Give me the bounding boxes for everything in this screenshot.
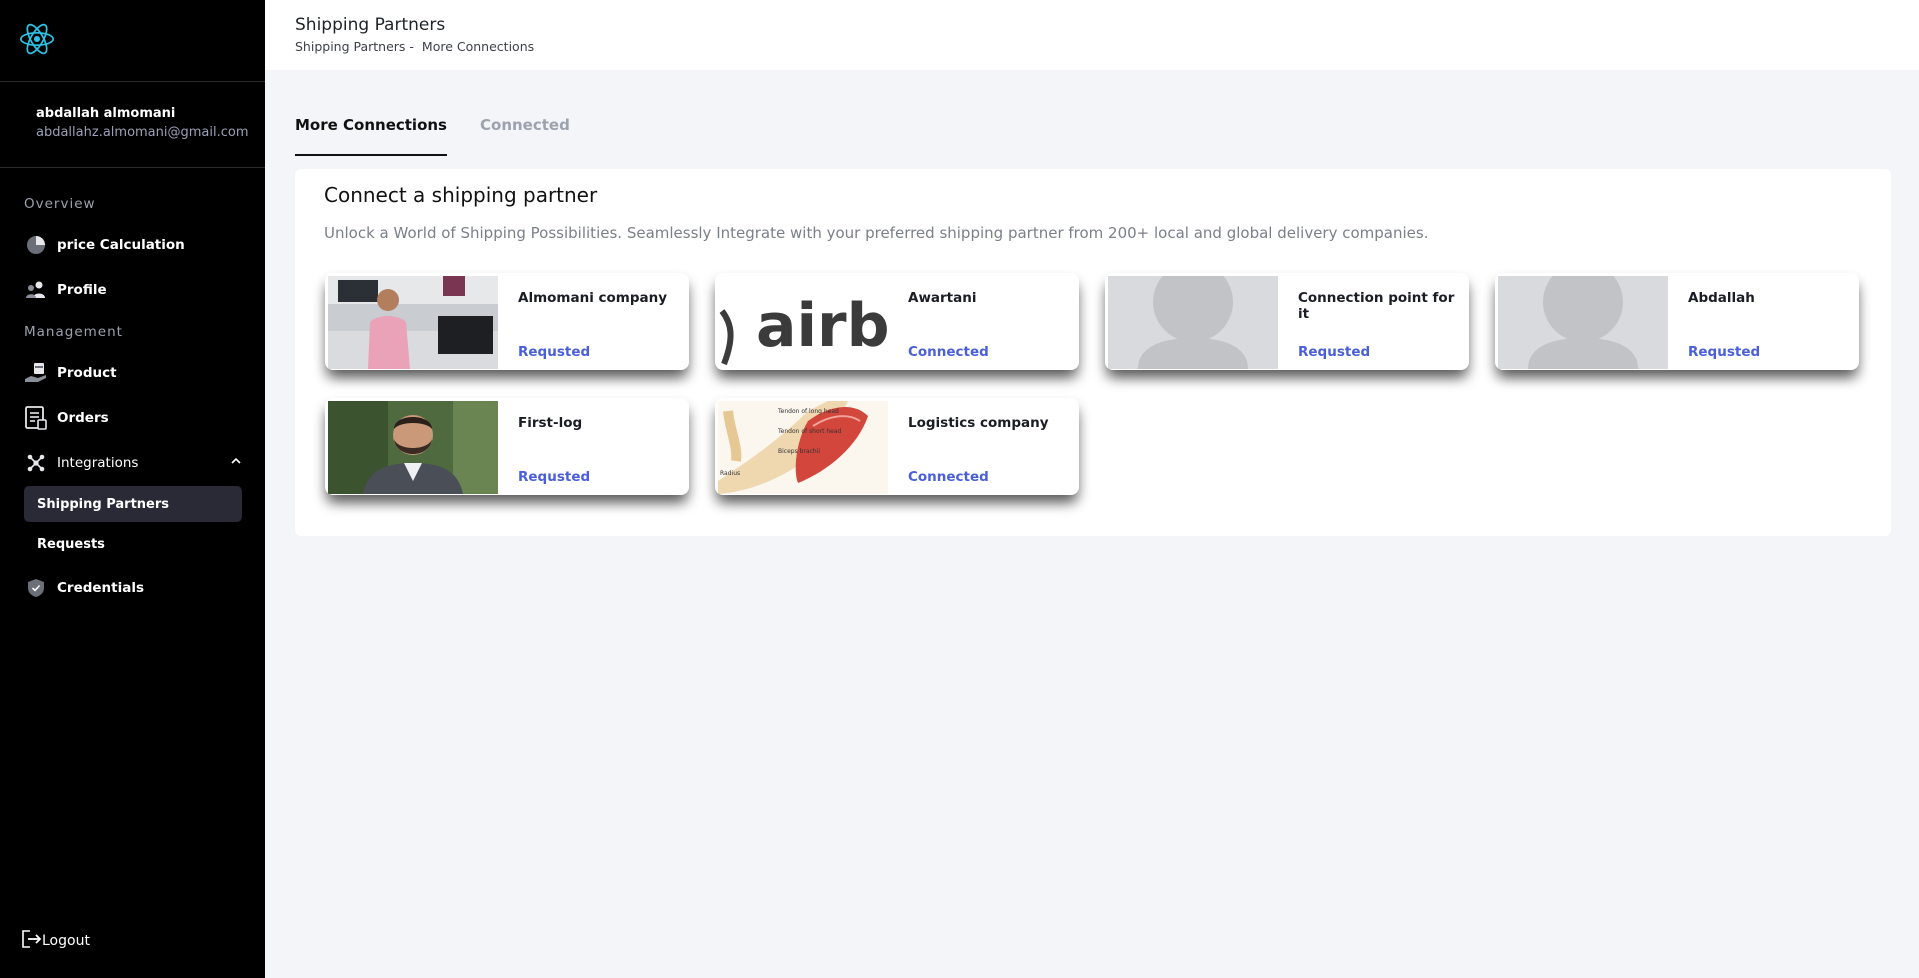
sidebar-item-label: Profile [57, 282, 107, 298]
avatar-placeholder [1108, 276, 1278, 369]
sidebar-item-label: Credentials [57, 580, 145, 596]
partner-name: First-log [518, 415, 583, 431]
page-title: Shipping Partners [295, 15, 446, 35]
partner-name: Awartani [908, 290, 977, 306]
sidebar-item-product[interactable]: Product [24, 355, 242, 391]
section-title-overview: Overview [24, 196, 96, 212]
anatomy-label: Radius [720, 470, 740, 477]
partner-card[interactable]: First-log Requsted [325, 398, 689, 495]
anatomy-label: Biceps brachii [778, 448, 820, 455]
partner-name: Logistics company [908, 415, 1049, 431]
partner-photo [328, 276, 498, 369]
partner-status-link[interactable]: Connected [908, 469, 989, 485]
sidebar-item-price-calculation[interactable]: price Calculation [24, 227, 242, 263]
airbnb-logo-image: airb [718, 276, 888, 369]
sidebar: abdallah almomani abdallahz.almomani@gma… [0, 0, 265, 978]
partner-status-link[interactable]: Requsted [1688, 344, 1760, 360]
partner-name: Connection point for it [1298, 290, 1455, 322]
logo-text: airb [756, 291, 888, 361]
anatomy-label: Tendon of long head [777, 408, 839, 415]
partner-name: Almomani company [518, 290, 668, 306]
anatomy-label: Tendon of short head [777, 428, 842, 435]
avatar-placeholder [1498, 276, 1668, 369]
logout-button[interactable]: Logout [22, 930, 90, 952]
product-box-icon [24, 361, 48, 385]
breadcrumb: Shipping Partners - More Connections [295, 39, 1919, 54]
user-info: abdallah almomani abdallahz.almomani@gma… [0, 82, 265, 168]
section-title-management: Management [24, 324, 123, 340]
partner-card[interactable]: Connection point for it Requsted [1105, 273, 1469, 370]
sidebar-item-shipping-partners[interactable]: Shipping Partners [24, 486, 242, 522]
shield-icon [24, 576, 48, 600]
partner-name: Abdallah [1688, 290, 1755, 306]
partner-status-link[interactable]: Requsted [518, 469, 590, 485]
react-logo-icon[interactable] [18, 20, 56, 62]
partner-status-link[interactable]: Requsted [518, 344, 590, 360]
partner-status-link[interactable]: Connected [908, 344, 989, 360]
shipping-partners-panel: Connect a shipping partner Unlock a Worl… [295, 169, 1891, 536]
page-header: Shipping Partners Shipping Partners - Mo… [265, 0, 1919, 70]
tab-bar: More Connections Connected [295, 110, 603, 156]
partner-status-link[interactable]: Requsted [1298, 344, 1370, 360]
orders-document-icon [24, 406, 48, 430]
sidebar-item-requests[interactable]: Requests [24, 526, 242, 562]
sidebar-item-label: Integrations [57, 455, 139, 471]
panel-description: Unlock a World of Shipping Possibilities… [324, 224, 1429, 242]
logout-label: Logout [42, 933, 90, 949]
sidebar-item-label: Orders [57, 410, 109, 426]
sidebar-item-orders[interactable]: Orders [24, 400, 242, 436]
sidebar-item-label: Shipping Partners [37, 496, 170, 512]
users-icon [24, 278, 48, 302]
panel-title: Connect a shipping partner [324, 183, 598, 207]
user-name: abdallah almomani [36, 106, 176, 121]
sidebar-item-label: Product [57, 365, 117, 381]
breadcrumb-item-shipping-partners[interactable]: Shipping Partners - [295, 39, 414, 54]
logout-icon [22, 930, 42, 952]
partner-photo [328, 401, 498, 494]
anatomy-illustration: Tendon of long head Tendon of short head… [718, 401, 888, 494]
sidebar-item-label: price Calculation [57, 237, 185, 253]
breadcrumb-item-more-connections: More Connections [421, 39, 535, 54]
user-email: abdallahz.almomani@gmail.com [36, 125, 249, 140]
partner-card[interactable]: Tendon of long head Tendon of short head… [715, 398, 1079, 495]
partner-card[interactable]: Almomani company Requsted [325, 273, 689, 370]
tab-more-connections[interactable]: More Connections [295, 110, 447, 156]
sidebar-item-label: Requests [37, 536, 105, 552]
pie-chart-icon [24, 233, 48, 257]
tab-connected[interactable]: Connected [480, 110, 570, 156]
sidebar-item-profile[interactable]: Profile [24, 272, 242, 308]
logo[interactable] [0, 0, 265, 82]
sidebar-item-credentials[interactable]: Credentials [24, 570, 242, 606]
integrations-nodes-icon [24, 451, 48, 475]
partner-card[interactable]: Abdallah Requsted [1495, 273, 1859, 370]
partner-card[interactable]: airb Awartani Connected [715, 273, 1079, 370]
chevron-up-icon[interactable] [230, 455, 242, 471]
sidebar-item-integrations[interactable]: Integrations [24, 445, 242, 481]
